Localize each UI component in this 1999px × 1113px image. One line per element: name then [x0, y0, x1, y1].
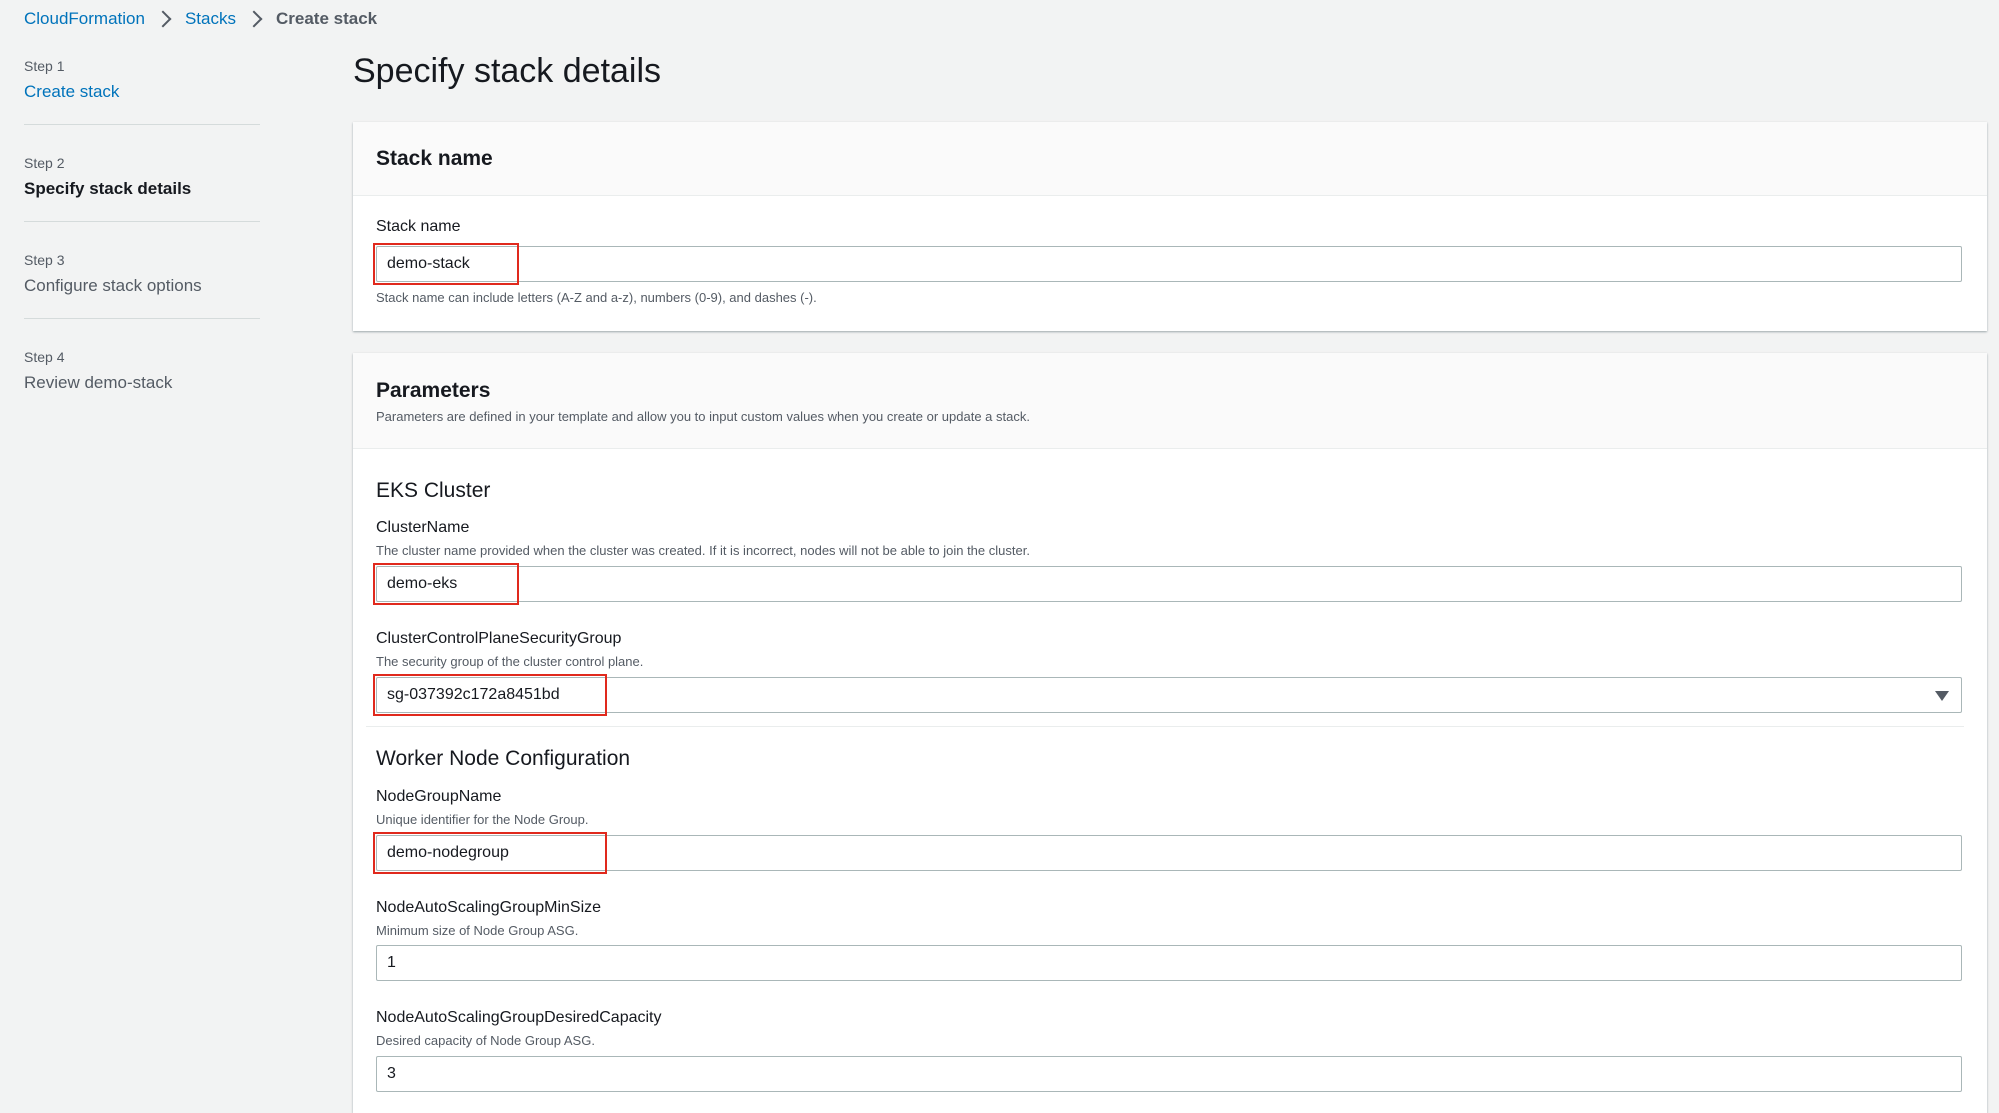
- min-size-label: NodeAutoScalingGroupMinSize: [376, 899, 602, 916]
- stack-name-input[interactable]: demo-stack: [376, 246, 1962, 282]
- desired-capacity-value: 3: [387, 1065, 396, 1082]
- stack-name-label: Stack name: [376, 218, 461, 235]
- worker-node-title: Worker Node Configuration: [376, 747, 631, 770]
- wizard-steps-nav: Step 1 Create stack Step 2 Specify stack…: [24, 52, 260, 395]
- eks-cluster-title: EKS Cluster: [376, 479, 491, 502]
- min-size-input[interactable]: 1: [376, 945, 1962, 981]
- chevron-right-icon: [245, 10, 263, 28]
- step-3: Step 3 Configure stack options: [24, 246, 260, 298]
- stack-name-header: Stack name: [353, 122, 1987, 196]
- breadcrumb-stacks-link[interactable]: Stacks: [185, 9, 236, 29]
- section-divider: [366, 726, 1964, 727]
- step-2: Step 2 Specify stack details: [24, 149, 260, 201]
- min-size-value: 1: [387, 954, 396, 971]
- stack-name-hint: Stack name can include letters (A-Z and …: [376, 290, 817, 305]
- cluster-name-label: ClusterName: [376, 519, 470, 536]
- security-group-description: The security group of the cluster contro…: [376, 654, 644, 669]
- step-4-label: Review demo-stack: [24, 373, 173, 392]
- parameters-header: Parameters Parameters are defined in you…: [353, 353, 1987, 449]
- step-1-link[interactable]: Create stack: [24, 80, 260, 104]
- step-3-label: Configure stack options: [24, 276, 202, 295]
- parameters-description: Parameters are defined in your template …: [376, 409, 1030, 424]
- desired-capacity-description: Desired capacity of Node Group ASG.: [376, 1033, 595, 1048]
- step-divider: [24, 124, 260, 125]
- node-group-name-input[interactable]: demo-nodegroup: [376, 835, 1962, 871]
- step-4: Step 4 Review demo-stack: [24, 343, 260, 395]
- parameters-container: Parameters Parameters are defined in you…: [353, 353, 1987, 1113]
- step-number: Step 1: [24, 58, 65, 74]
- step-divider: [24, 318, 260, 319]
- stack-name-container: Stack name Stack name demo-stack Stack n…: [353, 122, 1987, 331]
- chevron-right-icon: [154, 10, 172, 28]
- cluster-name-input[interactable]: demo-eks: [376, 566, 1962, 602]
- parameters-section-title: Parameters: [376, 379, 491, 402]
- step-number: Step 4: [24, 349, 65, 365]
- breadcrumb: CloudFormation Stacks Create stack: [24, 8, 377, 30]
- step-divider: [24, 221, 260, 222]
- desired-capacity-label: NodeAutoScalingGroupDesiredCapacity: [376, 1009, 662, 1026]
- cluster-name-value: demo-eks: [387, 575, 458, 592]
- node-group-name-value: demo-nodegroup: [387, 844, 509, 861]
- security-group-label: ClusterControlPlaneSecurityGroup: [376, 630, 622, 647]
- step-1: Step 1 Create stack: [24, 52, 260, 104]
- desired-capacity-input[interactable]: 3: [376, 1056, 1962, 1092]
- node-group-name-label: NodeGroupName: [376, 788, 502, 805]
- page-title: Specify stack details: [353, 52, 662, 90]
- cluster-name-description: The cluster name provided when the clust…: [376, 543, 1030, 558]
- min-size-description: Minimum size of Node Group ASG.: [376, 923, 579, 938]
- step-number: Step 2: [24, 155, 65, 171]
- breadcrumb-cloudformation-link[interactable]: CloudFormation: [24, 9, 145, 29]
- security-group-value: sg-037392c172a8451bd: [387, 686, 560, 703]
- stack-name-section-title: Stack name: [376, 146, 493, 170]
- security-group-select[interactable]: sg-037392c172a8451bd: [376, 677, 1962, 713]
- stack-name-value: demo-stack: [387, 255, 470, 272]
- caret-down-icon: [1935, 691, 1949, 701]
- step-2-label-active: Specify stack details: [24, 179, 192, 198]
- step-number: Step 3: [24, 252, 65, 268]
- node-group-name-description: Unique identifier for the Node Group.: [376, 812, 589, 827]
- breadcrumb-current: Create stack: [275, 9, 378, 28]
